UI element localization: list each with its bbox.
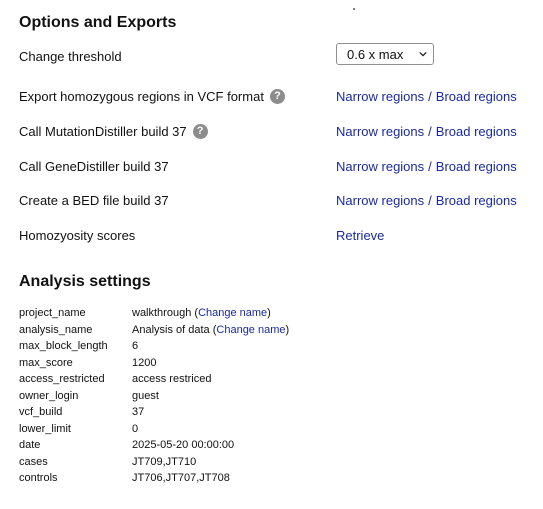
question-circle-icon[interactable]: ?	[192, 123, 208, 139]
link-separator: /	[428, 192, 432, 208]
setting-key: owner_login	[19, 389, 79, 402]
threshold-select-value: 0.6 x max	[347, 46, 404, 62]
option-label-bed: Create a BED file build 37	[19, 192, 169, 208]
stray-dot	[353, 8, 355, 10]
vcf-narrow-regions-link[interactable]: Narrow regions	[336, 89, 424, 104]
option-row-scores: Homozyosity scores Retrieve	[19, 224, 529, 246]
table-row: lower_limit 0	[19, 421, 289, 438]
option-row-bed: Create a BED file build 37 Narrow region…	[19, 189, 529, 211]
vcf-broad-regions-link[interactable]: Broad regions	[436, 89, 517, 104]
option-row-genedistiller: Call GeneDistiller build 37 Narrow regio…	[19, 155, 529, 177]
option-row-vcf: Export homozygous regions in VCF format …	[19, 85, 529, 107]
setting-value: 0	[132, 422, 139, 435]
setting-key: max_block_length	[19, 340, 108, 353]
table-row: cases JT709,JT710	[19, 454, 289, 471]
option-label-mutationdistiller: Call MutationDistiller build 37	[19, 123, 187, 139]
question-circle-icon[interactable]: ?	[269, 88, 285, 104]
genedistiller-broad-regions-link[interactable]: Broad regions	[436, 159, 517, 174]
table-row: access_restricted access restriced	[19, 371, 289, 388]
setting-value: 2025-05-20 00:00:00	[132, 439, 235, 452]
threshold-select[interactable]: 0.6 x max	[336, 43, 434, 65]
options-section-title: Options and Exports	[19, 14, 177, 31]
setting-key: controls	[19, 472, 58, 485]
setting-value: guest	[132, 389, 159, 402]
setting-key: vcf_build	[19, 406, 63, 419]
genedistiller-narrow-regions-link[interactable]: Narrow regions	[336, 159, 424, 174]
analysis-settings-table: project_name walkthrough (Change name) a…	[19, 305, 289, 487]
setting-value: 6	[132, 340, 139, 353]
bed-narrow-regions-link[interactable]: Narrow regions	[336, 193, 424, 208]
setting-value: walkthrough (Change name)	[132, 307, 271, 320]
setting-value: 1200	[132, 356, 157, 369]
setting-key: max_score	[19, 356, 73, 369]
setting-value: access restriced	[132, 373, 212, 386]
table-row: owner_login guest	[19, 388, 289, 405]
setting-key: access_restricted	[19, 373, 105, 386]
table-row: max_block_length 6	[19, 338, 289, 355]
chevron-down-icon	[419, 51, 427, 57]
mutationdistiller-broad-regions-link[interactable]: Broad regions	[436, 124, 517, 139]
table-row: date 2025-05-20 00:00:00	[19, 437, 289, 454]
setting-value: JT706,JT707,JT708	[132, 472, 230, 485]
setting-key: cases	[19, 455, 48, 468]
analysis-section-title: Analysis settings	[19, 273, 151, 290]
table-row: analysis_name Analysis of data (Change n…	[19, 322, 289, 339]
option-label-genedistiller: Call GeneDistiller build 37	[19, 158, 169, 174]
link-separator: /	[428, 123, 432, 139]
retrieve-scores-link[interactable]: Retrieve	[336, 228, 384, 243]
setting-value: 37	[132, 406, 145, 419]
change-analysis-name-link[interactable]: Change name	[216, 324, 285, 336]
change-project-name-link[interactable]: Change name	[198, 307, 267, 319]
option-label-scores: Homozyosity scores	[19, 227, 136, 243]
threshold-row: Change threshold 0.6 x max	[19, 43, 529, 67]
threshold-label: Change threshold	[19, 48, 122, 64]
bed-broad-regions-link[interactable]: Broad regions	[436, 193, 517, 208]
table-row: vcf_build 37	[19, 404, 289, 421]
setting-key: project_name	[19, 307, 86, 320]
setting-value: JT709,JT710	[132, 455, 197, 468]
setting-key: lower_limit	[19, 422, 71, 435]
option-label-vcf: Export homozygous regions in VCF format	[19, 88, 264, 104]
mutationdistiller-narrow-regions-link[interactable]: Narrow regions	[336, 124, 424, 139]
table-row: project_name walkthrough (Change name)	[19, 305, 289, 322]
setting-value: Analysis of data (Change name)	[132, 323, 290, 336]
setting-key: date	[19, 439, 41, 452]
link-separator: /	[428, 158, 432, 174]
table-row: max_score 1200	[19, 355, 289, 372]
link-separator: /	[428, 88, 432, 104]
option-row-mutationdistiller: Call MutationDistiller build 37 ? Narrow…	[19, 120, 529, 142]
setting-key: analysis_name	[19, 323, 93, 336]
table-row: controls JT706,JT707,JT708	[19, 470, 289, 487]
